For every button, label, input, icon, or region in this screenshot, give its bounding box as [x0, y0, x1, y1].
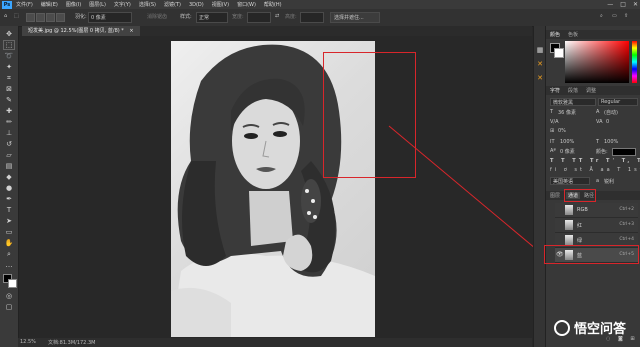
text-color-label: 颜色:: [596, 149, 608, 155]
panel-background-swatch[interactable]: [554, 48, 564, 58]
font-family-select[interactable]: 微软雅黑: [550, 98, 596, 106]
eye-icon[interactable]: [556, 221, 563, 228]
eye-icon[interactable]: [556, 236, 563, 243]
vertical-scale-value[interactable]: 100%: [560, 139, 574, 145]
vertical-scale-icon: IT: [550, 139, 555, 145]
kerning-icon: V/A: [550, 119, 559, 125]
tab-color[interactable]: 颜色: [550, 31, 560, 38]
color-picker-field[interactable]: [565, 41, 629, 83]
tracking-icon: VA: [596, 119, 603, 125]
hue-slider[interactable]: [632, 41, 637, 83]
antialias-icon: a: [596, 178, 600, 184]
leading-value[interactable]: (自动): [604, 109, 618, 116]
text-color-swatch[interactable]: [612, 148, 636, 156]
text-style-buttons[interactable]: T T TT Tr T' T, T Ŧ: [550, 158, 640, 164]
highlight-box-channels-tab: [564, 189, 596, 202]
channel-thumbnail: [565, 220, 573, 230]
color-panel-tabs: 颜色 色板: [546, 30, 640, 39]
kerning-pct-icon: ⊞: [550, 128, 555, 134]
baseline-value[interactable]: 0 像素: [560, 148, 575, 155]
channel-row-rgb[interactable]: RGB Ctrl+2: [555, 203, 638, 218]
leading-icon: A: [596, 109, 600, 115]
baseline-icon: Aª: [550, 148, 556, 154]
tab-adjustments[interactable]: 调整: [586, 87, 596, 94]
tools-panel-icon[interactable]: ✕: [535, 60, 545, 68]
tab-paragraph[interactable]: 段落: [568, 87, 578, 94]
status-bar: 12.5% 文档:81.3M/172.3M: [18, 338, 532, 347]
brush-settings-icon[interactable]: ✕: [535, 74, 545, 82]
font-style-select[interactable]: Regular: [598, 98, 638, 106]
tab-layers[interactable]: 图层: [550, 192, 560, 199]
font-size-value[interactable]: 36 像素: [558, 109, 576, 116]
right-panel: 颜色 色板 字符 段落 调整 微软雅黑 Regular T 36 像素 A (自…: [544, 26, 640, 347]
channel-row-red[interactable]: 红 Ctrl+3: [555, 218, 638, 233]
language-select[interactable]: 美国英语: [550, 177, 590, 185]
opentype-buttons[interactable]: fi ơ st Ā aa T 1st ½: [550, 167, 640, 173]
font-size-icon: T: [550, 109, 554, 115]
antialias-value[interactable]: 锐利: [604, 178, 614, 185]
wukong-logo-icon: [553, 319, 570, 336]
channel-thumbnail: [565, 235, 573, 245]
horizontal-scale-value[interactable]: 100%: [604, 139, 618, 145]
tab-swatches[interactable]: 色板: [568, 31, 578, 38]
kerning-value[interactable]: 0%: [558, 128, 566, 134]
zoom-level[interactable]: 12.5%: [20, 339, 36, 345]
tracking-value[interactable]: 0: [606, 119, 609, 125]
history-panel-icon[interactable]: ▦: [535, 46, 545, 54]
channel-thumbnail: [565, 205, 573, 215]
character-panel-tabs: 字符 段落 调整: [546, 86, 640, 95]
panel-icon-strip: ▦ ✕ ✕: [533, 26, 545, 347]
document-info: 文档:81.3M/172.3M: [48, 340, 96, 346]
highlight-box-blue-channel: [544, 245, 639, 264]
eye-icon[interactable]: [556, 206, 563, 213]
watermark: 悟空问答: [553, 318, 626, 337]
horizontal-scale-icon: T: [596, 139, 600, 145]
tab-character[interactable]: 字符: [550, 87, 560, 94]
